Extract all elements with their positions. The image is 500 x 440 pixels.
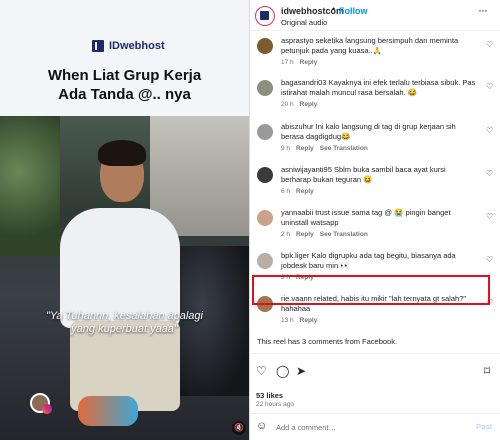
reply-button[interactable]: Reply bbox=[300, 59, 318, 66]
share-icon[interactable]: ➤ bbox=[296, 364, 306, 378]
background-plant bbox=[0, 116, 60, 256]
comment-like-heart-icon[interactable]: ♡ bbox=[486, 169, 493, 178]
comment-username[interactable]: asniwijayanti95 bbox=[281, 165, 332, 174]
comment-avatar[interactable] bbox=[257, 210, 273, 226]
comment-avatar[interactable] bbox=[257, 253, 273, 269]
comment-meta: 9 h Reply See Translation bbox=[281, 145, 368, 152]
instagram-reel-view: IDwebhost When Liat Grup Kerja Ada Tanda… bbox=[0, 0, 500, 440]
add-comment-bar: ☺ Post bbox=[250, 413, 500, 440]
comment-username[interactable]: asprastyo bbox=[281, 36, 314, 45]
add-comment-input[interactable] bbox=[276, 420, 466, 434]
comment-avatar[interactable] bbox=[257, 124, 273, 140]
facebook-comments-note: This reel has 3 comments from Facebook. bbox=[257, 337, 398, 346]
headline-line-2: Ada Tanda @.. nya bbox=[58, 86, 191, 103]
comment-avatar[interactable] bbox=[257, 80, 273, 96]
comment-username[interactable]: abiszuhur bbox=[281, 122, 314, 131]
idwebhost-logo-icon bbox=[92, 40, 104, 52]
comment-time: 6 h bbox=[281, 188, 291, 195]
more-options-icon[interactable]: ··· bbox=[478, 3, 488, 17]
comment-time: 2 h bbox=[281, 231, 291, 238]
mute-icon[interactable]: 🔇 bbox=[232, 421, 246, 435]
reel-headline: When Liat Grup Kerja Ada Tanda @.. nya bbox=[0, 66, 249, 104]
reel-title-card: IDwebhost When Liat Grup Kerja Ada Tanda… bbox=[0, 0, 249, 116]
audio-label[interactable]: Original audio bbox=[281, 18, 327, 27]
comment-meta: 2 h Reply See Translation bbox=[281, 231, 368, 238]
reply-button[interactable]: Reply bbox=[296, 188, 314, 195]
reply-button[interactable]: Reply bbox=[296, 231, 314, 238]
post-header: idwebhostcom • Follow Original audio ··· bbox=[250, 0, 500, 31]
heart-icon[interactable]: ♡ bbox=[256, 364, 267, 378]
likes-count[interactable]: 53 likes bbox=[256, 391, 283, 400]
subtitle-line-1: "Ya Tuhannn, kesalahan apalagi bbox=[45, 310, 203, 322]
see-translation-link[interactable]: See Translation bbox=[320, 231, 368, 238]
comment-body: asprastyo seketika langsung bersimpuh da… bbox=[281, 36, 477, 56]
comment-body: asniwijayanti95 Sblm buka sambil baca ay… bbox=[281, 165, 477, 185]
person-hair bbox=[98, 140, 146, 166]
headline-line-1: When Liat Grup Kerja bbox=[47, 67, 202, 84]
highlight-box bbox=[252, 275, 490, 305]
comment-meta: 17 h Reply bbox=[281, 59, 317, 66]
comment-meta: 13 h Reply bbox=[281, 317, 317, 324]
comment-username[interactable]: bpk.liger bbox=[281, 251, 309, 260]
reply-button[interactable]: Reply bbox=[300, 101, 318, 108]
follow-button[interactable]: Follow bbox=[339, 6, 368, 16]
comment-like-heart-icon[interactable]: ♡ bbox=[486, 212, 493, 221]
bookmark-icon[interactable]: ⌑ bbox=[484, 364, 490, 378]
comment-like-heart-icon[interactable]: ♡ bbox=[486, 126, 493, 135]
comment-meta: 20 h Reply bbox=[281, 101, 317, 108]
comment-body: abiszuhur Ini kalo langsung di tag di gr… bbox=[281, 122, 477, 142]
comment-meta: 6 h Reply bbox=[281, 188, 314, 195]
comment-body: yannaabii trust issue sama tag @ 😭 pingi… bbox=[281, 208, 477, 228]
comment-time: 13 h bbox=[281, 317, 294, 324]
comment-username[interactable]: bagasandri03 bbox=[281, 78, 326, 87]
comment-like-heart-icon[interactable]: ♡ bbox=[486, 40, 493, 49]
comment-like-heart-icon[interactable]: ♡ bbox=[486, 82, 493, 91]
account-avatar[interactable] bbox=[255, 6, 275, 26]
reel-video[interactable]: IDwebhost When Liat Grup Kerja Ada Tanda… bbox=[0, 0, 249, 440]
comment-time: 9 h bbox=[281, 145, 291, 152]
subtitle-line-2: yang kuperbuat yaaa" bbox=[71, 323, 178, 335]
comment-list[interactable]: asprastyo seketika langsung bersimpuh da… bbox=[250, 31, 500, 353]
reply-button[interactable]: Reply bbox=[296, 145, 314, 152]
comment-avatar[interactable] bbox=[257, 38, 273, 54]
reply-button[interactable]: Reply bbox=[300, 317, 318, 324]
post-button[interactable]: Post bbox=[476, 422, 492, 431]
comment-body: bpk.liger Kalo digrupku ada tag begitu, … bbox=[281, 251, 477, 271]
post-time: 22 hours ago bbox=[256, 401, 294, 408]
comments-panel: idwebhostcom • Follow Original audio ···… bbox=[249, 0, 500, 440]
comment-like-heart-icon[interactable]: ♡ bbox=[486, 255, 493, 264]
post-actions: ♡ ◯ ➤ ⌑ 53 likes 22 hours ago bbox=[250, 353, 500, 413]
emoji-icon[interactable]: ☺ bbox=[256, 420, 267, 432]
instagram-badge-icon bbox=[42, 404, 52, 414]
comment-time: 17 h bbox=[281, 59, 294, 66]
comment-username[interactable]: yannaabii bbox=[281, 208, 313, 217]
person-shoe bbox=[78, 396, 138, 426]
comment-icon[interactable]: ◯ bbox=[276, 364, 289, 378]
comment-time: 20 h bbox=[281, 101, 294, 108]
brand: IDwebhost bbox=[92, 40, 165, 52]
video-subtitle: "Ya Tuhannn, kesalahan apalagi yang kupe… bbox=[10, 310, 239, 336]
see-translation-link[interactable]: See Translation bbox=[320, 145, 368, 152]
comment-avatar[interactable] bbox=[257, 167, 273, 183]
comment-body: bagasandri03 Kayaknya ini efek terlalu t… bbox=[281, 78, 477, 98]
video-frame bbox=[0, 116, 249, 440]
separator-dot: • bbox=[332, 4, 336, 14]
brand-name: IDwebhost bbox=[109, 40, 165, 52]
